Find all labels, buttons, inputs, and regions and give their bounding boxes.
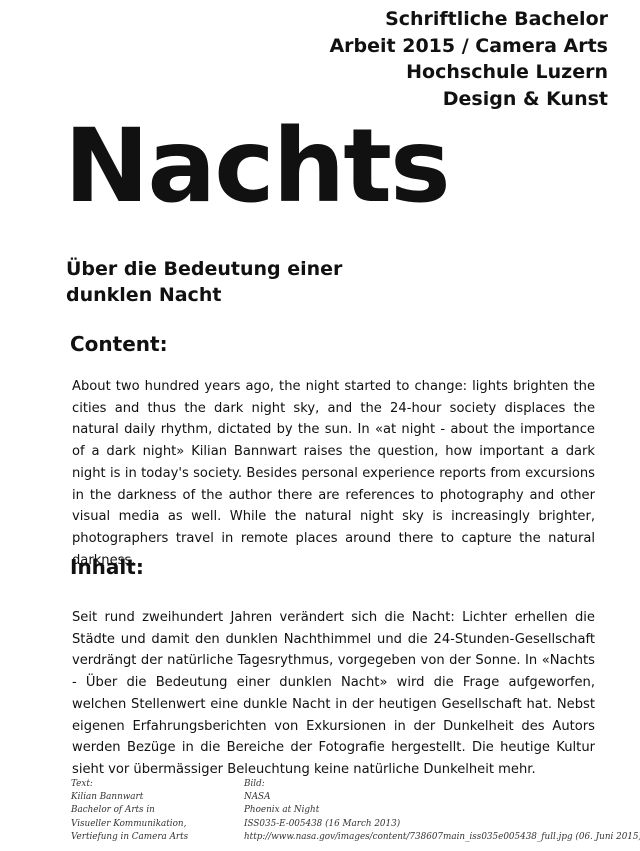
content-heading: Content: — [70, 332, 168, 356]
subtitle-line: dunklen Nacht — [66, 284, 222, 306]
credits-image-line: NASA — [244, 792, 271, 803]
header-line: Hochschule Luzern — [406, 61, 608, 83]
credits-text: Text: Kilian Bannwart Bachelor of Arts i… — [71, 778, 188, 844]
inhalt-paragraph: Seit rund zweihundert Jahren verändert s… — [72, 610, 595, 777]
subtitle: Über die Bedeutung einer dunklen Nacht — [66, 256, 342, 308]
inhalt-heading: Inhalt: — [70, 555, 144, 579]
header-line: Schriftliche Bachelor — [385, 8, 608, 30]
credits-image-line: ISS035-E-005438 (16 March 2013) — [244, 818, 401, 829]
page-title: Nachts — [64, 107, 451, 226]
credits-image-label: Bild: — [244, 779, 265, 789]
header-line: Arbeit 2015 / Camera Arts — [329, 34, 608, 57]
credits-image: Bild: NASA Phoenix at Night ISS035-E-005… — [244, 778, 640, 844]
content-paragraph: About two hundred years ago, the night s… — [72, 379, 595, 568]
credits-text-line: Vertiefung in Camera Arts — [71, 831, 189, 842]
subtitle-line: Über die Bedeutung einer — [66, 258, 343, 280]
credits-text-line: Visueller Kommunikation, — [71, 818, 187, 829]
credits-text-line: Kilian Bannwart — [71, 792, 144, 803]
credits-text-line: Bachelor of Arts in — [71, 805, 155, 816]
credits-image-url[interactable]: http://www.nasa.gov/images/content/73860… — [244, 831, 640, 844]
header-block: Schriftliche Bachelor Arbeit 2015 / Came… — [329, 6, 608, 112]
credits-image-line: Phoenix at Night — [244, 805, 320, 816]
credits-text-label: Text: — [71, 779, 93, 789]
